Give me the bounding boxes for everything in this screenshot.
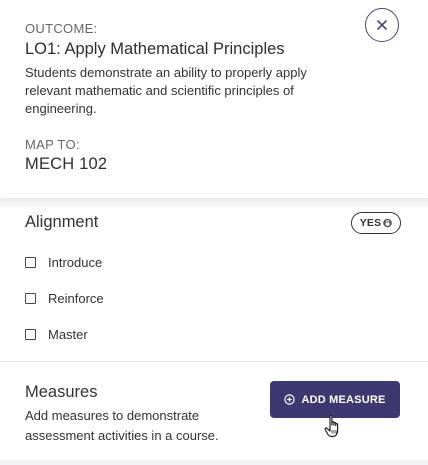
hand-pointer-icon [324, 414, 339, 438]
lock-icon [383, 218, 393, 228]
close-button[interactable] [365, 8, 399, 42]
measures-panel: Measures Add measures to demonstrate ass… [0, 362, 428, 460]
checkbox[interactable] [25, 329, 36, 340]
add-measure-button[interactable]: ADD MEASURE [270, 381, 400, 418]
alignment-panel: Alignment YES Introduce Reinforce Master [0, 207, 428, 362]
checkbox[interactable] [25, 293, 36, 304]
outcome-title: LO1: Apply Mathematical Principles [25, 40, 285, 58]
alignment-option-reinforce[interactable]: Reinforce [25, 291, 104, 306]
alignment-option-master[interactable]: Master [25, 327, 88, 342]
alignment-option-introduce[interactable]: Introduce [25, 255, 102, 270]
plus-circle-icon [284, 394, 296, 405]
close-icon [377, 20, 387, 30]
option-label: Master [48, 327, 88, 342]
alignment-status-badge[interactable]: YES [351, 212, 401, 234]
option-label: Introduce [48, 255, 103, 270]
outcome-description: Students demonstrate an ability to prope… [25, 65, 307, 116]
outcome-label: OUTCOME: [25, 21, 98, 36]
outcome-panel: OUTCOME: LO1: Apply Mathematical Princip… [0, 0, 428, 198]
measures-description: Add measures to demonstrate assessment a… [25, 408, 219, 443]
map-to-value: MECH 102 [25, 155, 108, 173]
add-measure-label: ADD MEASURE [301, 393, 386, 406]
option-label: Reinforce [48, 291, 104, 306]
badge-label: YES [359, 217, 382, 229]
measures-title: Measures [25, 383, 98, 401]
checkbox[interactable] [25, 257, 36, 268]
map-to-label: MAP TO: [25, 137, 80, 152]
alignment-title: Alignment [25, 213, 99, 231]
